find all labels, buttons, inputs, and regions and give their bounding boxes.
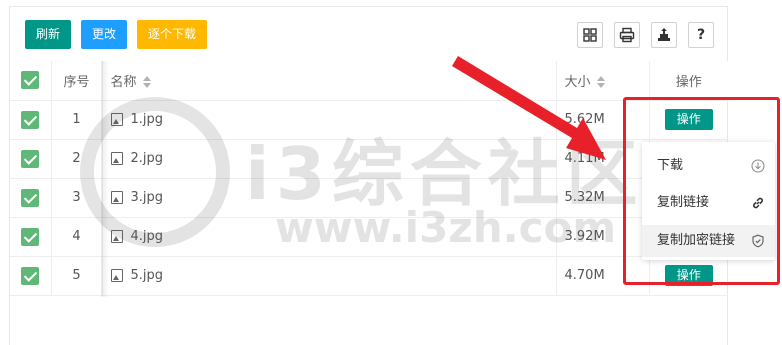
image-file-icon xyxy=(110,113,123,126)
file-name-link[interactable]: 4.jpg xyxy=(131,229,164,244)
row-action-button[interactable]: 操作 xyxy=(664,109,713,130)
table-row: 3 3.jpg 5.32M 操作 xyxy=(10,178,728,218)
change-button[interactable]: 更改 xyxy=(81,20,127,49)
file-name-link[interactable]: 2.jpg xyxy=(131,151,164,166)
file-name-link[interactable]: 3.jpg xyxy=(131,190,164,205)
help-icon[interactable]: ? xyxy=(688,22,714,48)
table-row: 1 1.jpg 5.62M 操作 xyxy=(10,100,728,140)
table-toolbar: 刷新 更改 逐个下载 ? xyxy=(10,7,727,61)
row-index: 1 xyxy=(51,100,103,140)
menu-item-label: 复制加密链接 xyxy=(657,233,736,248)
header-size-cell[interactable]: 大小 xyxy=(556,61,650,101)
file-name-link[interactable]: 1.jpg xyxy=(131,112,164,127)
export-icon[interactable] xyxy=(651,22,677,48)
select-all-checkbox[interactable] xyxy=(21,71,40,90)
menu-item-copy-link[interactable]: 复制链接 xyxy=(642,187,775,219)
image-file-icon xyxy=(110,191,123,204)
menu-item-copy-encrypted-link[interactable]: 复制加密链接 xyxy=(642,225,775,257)
header-name-cell[interactable]: 名称 xyxy=(102,61,557,101)
table-row: 2 2.jpg 4.11M 操作 xyxy=(10,139,728,179)
table-row: 4 4.jpg 3.92M 操作 xyxy=(10,217,728,257)
link-icon xyxy=(753,197,763,209)
row-checkbox[interactable] xyxy=(21,110,40,129)
image-file-icon xyxy=(110,230,123,243)
image-file-icon xyxy=(110,269,123,282)
file-name-link[interactable]: 5.jpg xyxy=(131,268,164,283)
menu-item-label: 复制链接 xyxy=(657,195,710,210)
table-row: 5 5.jpg 4.70M 操作 xyxy=(10,256,728,296)
download-icon xyxy=(751,159,765,173)
sort-icon[interactable] xyxy=(142,75,152,89)
header-size: 大小 xyxy=(564,74,591,90)
image-file-icon xyxy=(110,152,123,165)
file-size: 5.62M xyxy=(556,100,650,140)
print-icon[interactable] xyxy=(614,22,640,48)
row-index: 5 xyxy=(51,256,103,296)
select-all-cell xyxy=(10,61,52,101)
row-index: 4 xyxy=(51,217,103,257)
columns-icon[interactable] xyxy=(577,22,603,48)
shield-icon xyxy=(752,234,764,248)
file-size: 4.70M xyxy=(556,256,650,296)
file-size: 3.92M xyxy=(556,217,650,257)
table-header-row: 序号 名称 大小 操作 xyxy=(10,61,728,101)
row-index: 2 xyxy=(51,139,103,179)
file-size: 4.11M xyxy=(556,139,650,179)
file-table-panel: 刷新 更改 逐个下载 ? 序号 名称 大小 操作 1 1.jpg 5.62M 操… xyxy=(9,6,728,345)
row-checkbox[interactable] xyxy=(21,188,40,207)
row-index: 3 xyxy=(51,178,103,218)
row-checkbox[interactable] xyxy=(21,149,40,168)
file-table: 序号 名称 大小 操作 1 1.jpg 5.62M 操作 2 2.jpg 4.1… xyxy=(10,61,728,296)
row-checkbox[interactable] xyxy=(21,227,40,246)
header-action: 操作 xyxy=(649,61,728,101)
row-action-button[interactable]: 操作 xyxy=(664,265,713,286)
header-index: 序号 xyxy=(51,61,103,101)
menu-item-label: 下载 xyxy=(657,158,684,173)
download-each-button[interactable]: 逐个下载 xyxy=(137,20,207,49)
row-action-menu: 下载 复制链接 复制加密链接 xyxy=(642,142,775,260)
sort-icon[interactable] xyxy=(596,75,606,89)
row-checkbox[interactable] xyxy=(21,266,40,285)
header-name: 名称 xyxy=(110,74,137,90)
file-size: 5.32M xyxy=(556,178,650,218)
refresh-button[interactable]: 刷新 xyxy=(25,20,71,49)
menu-item-download[interactable]: 下载 xyxy=(642,150,775,182)
